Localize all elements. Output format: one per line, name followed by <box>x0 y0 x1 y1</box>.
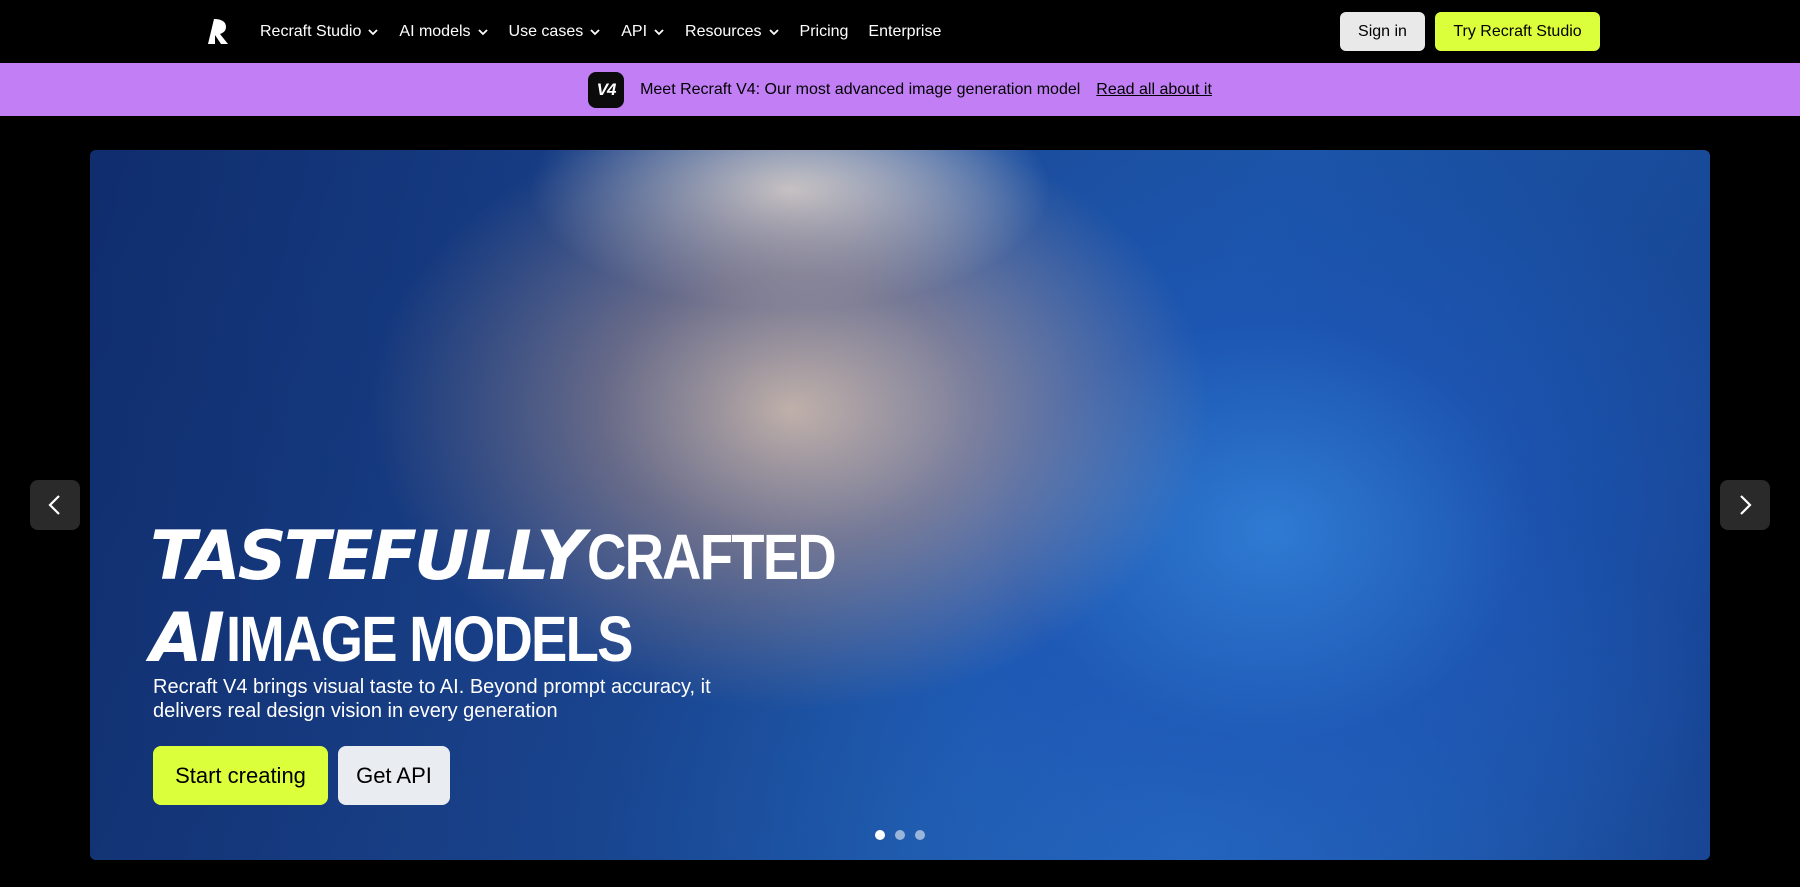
start-creating-button[interactable]: Start creating <box>153 746 328 805</box>
nav-item-label: Use cases <box>508 22 584 40</box>
hero-title: TASTEFULLY CRAFTED AI IMAGE MODELS <box>150 521 879 689</box>
nav-item-use-cases[interactable]: Use cases <box>509 23 602 41</box>
chevron-down-icon <box>768 28 779 35</box>
hero-description: Recraft V4 brings visual taste to AI. Be… <box>153 676 711 722</box>
nav-item-label: AI models <box>399 22 471 40</box>
carousel-next-button[interactable] <box>1720 480 1770 530</box>
try-recraft-studio-button[interactable]: Try Recraft Studio <box>1435 12 1600 51</box>
nav-item-label: API <box>621 22 648 40</box>
hero-image <box>90 150 1710 860</box>
carousel-prev-button[interactable] <box>30 480 80 530</box>
chevron-down-icon <box>368 28 379 35</box>
recraft-logo[interactable] <box>206 17 234 45</box>
chevron-down-icon <box>590 28 600 35</box>
nav-item-label: Resources <box>685 22 762 40</box>
v4-badge-icon: V4 <box>588 71 625 108</box>
hero-title-plain: IMAGE MODELS <box>226 603 633 675</box>
nav-item-recraft-studio[interactable]: Recraft Studio <box>260 23 379 41</box>
nav-item-pricing[interactable]: Pricing <box>800 23 849 41</box>
carousel-dot-1[interactable] <box>875 830 885 840</box>
nav-item-label: Recraft Studio <box>260 22 362 40</box>
chevron-down-icon <box>477 28 488 35</box>
sign-in-button[interactable]: Sign in <box>1340 12 1425 51</box>
carousel-dot-2[interactable] <box>895 830 905 840</box>
hero-title-line-1: TASTEFULLY CRAFTED <box>150 521 879 607</box>
hero-title-plain: CRAFTED <box>586 521 837 593</box>
announcement-banner: V4 Meet Recraft V4: Our most advanced im… <box>0 63 1800 116</box>
hero-title-italic: TASTEFULLY <box>150 517 586 596</box>
nav-item-api[interactable]: API <box>621 23 665 41</box>
nav-links: Recraft Studio AI models Use cases API R… <box>260 0 961 63</box>
chevron-down-icon <box>654 28 664 35</box>
read-all-link[interactable]: Read all about it <box>1096 81 1212 99</box>
announcement-text: Meet Recraft V4: Our most advanced image… <box>640 80 1081 98</box>
chevron-left-icon <box>48 495 60 515</box>
nav-item-label: Pricing <box>799 22 849 40</box>
nav-item-resources[interactable]: Resources <box>685 23 779 41</box>
hero-carousel: TASTEFULLY CRAFTED AI IMAGE MODELS Recra… <box>90 150 1710 860</box>
nav-item-label: Enterprise <box>868 22 942 40</box>
hero-title-italic: AI <box>150 599 225 678</box>
carousel-dots <box>875 830 925 840</box>
nav-item-ai-models[interactable]: AI models <box>399 23 488 41</box>
nav-item-enterprise[interactable]: Enterprise <box>868 23 941 41</box>
top-nav: Recraft Studio AI models Use cases API R… <box>0 0 1800 63</box>
carousel-dot-3[interactable] <box>915 830 925 840</box>
get-api-button[interactable]: Get API <box>338 746 450 805</box>
chevron-right-icon <box>1740 495 1752 515</box>
